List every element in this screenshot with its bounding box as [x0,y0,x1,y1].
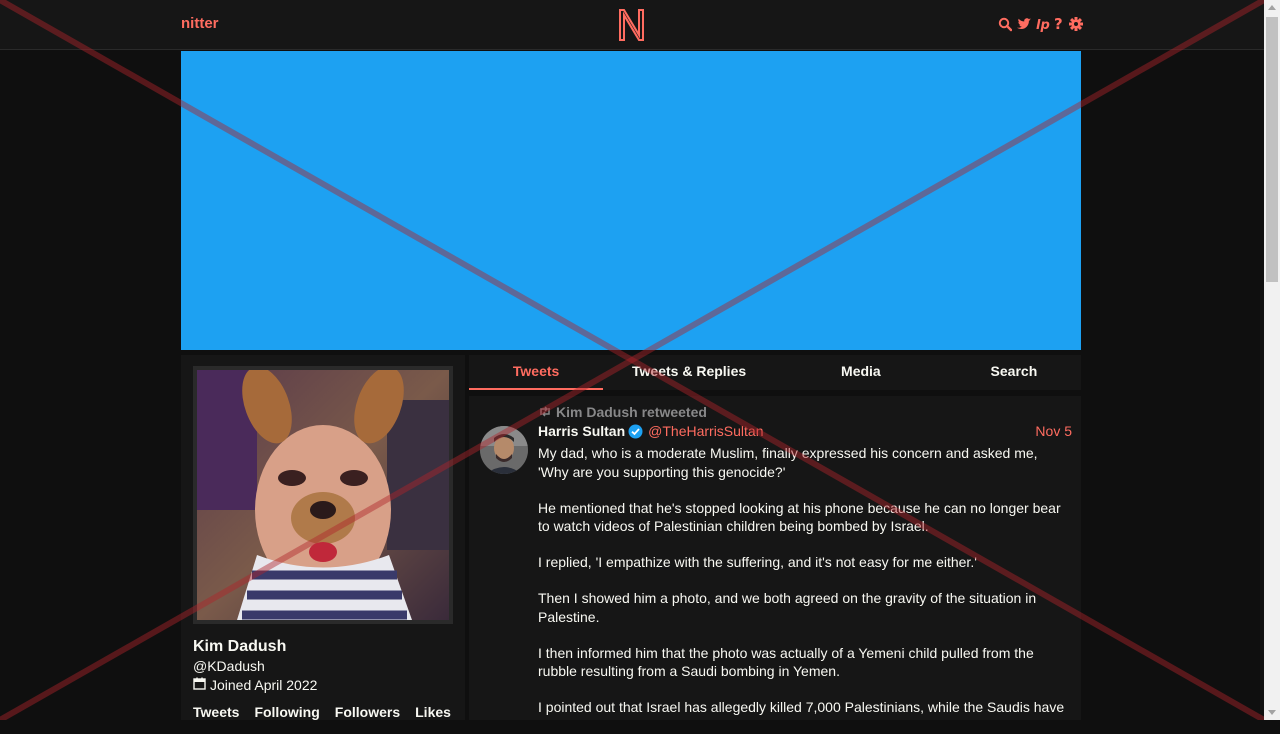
scrollbar-thumb[interactable] [1266,17,1278,282]
stat-followers[interactable]: Followers [335,704,400,720]
joined-date: Joined April 2022 [210,677,318,693]
retweet-label[interactable]: Kim Dadush retweeted [556,404,707,420]
tweet-paragraph: I replied, 'I empathize with the sufferi… [538,554,977,570]
profile-stats: Tweets Following Followers Likes [193,704,466,720]
tab-tweets-replies[interactable]: Tweets & Replies [603,355,775,390]
timeline: Kim Dadush retweeted Harris Sultan @TheH… [469,396,1081,720]
tab-search[interactable]: Search [947,355,1081,390]
stat-following[interactable]: Following [254,704,319,720]
profile-joined: Joined April 2022 [193,677,317,693]
tweet-fullname[interactable]: Harris Sultan [538,423,625,439]
rss-icon[interactable]: lp [1036,15,1050,33]
page-scrollbar[interactable] [1264,0,1280,720]
calendar-icon [193,677,206,693]
twitter-bird-icon[interactable] [1016,15,1032,33]
scroll-up-arrow-icon[interactable] [1268,5,1276,10]
search-icon[interactable] [998,15,1012,33]
tab-media[interactable]: Media [775,355,947,390]
tweet-paragraph: My dad, who is a moderate Muslim, finall… [538,445,1038,480]
brand-link[interactable]: nitter [181,15,219,32]
stat-likes[interactable]: Likes [415,704,451,720]
svg-text:lp: lp [1036,18,1050,33]
profile-avatar[interactable] [193,366,453,624]
retweet-icon [538,404,552,420]
nitter-logo[interactable] [618,8,646,42]
tweet-header: Harris Sultan @TheHarrisSultan Nov 5 [538,423,1072,439]
verified-badge-icon [628,424,643,439]
top-navbar: nitter lp ? [0,0,1264,50]
scroll-down-arrow-icon[interactable] [1268,710,1276,715]
tab-tweets[interactable]: Tweets [469,355,604,390]
svg-text:?: ? [1054,15,1063,33]
nav-icons: lp ? [998,15,1083,33]
profile-username[interactable]: @KDadush [193,658,265,674]
timeline-tabs: Tweets Tweets & Replies Media Search [469,355,1081,390]
tweet-avatar[interactable] [480,426,528,474]
profile-card: Kim Dadush @KDadush Joined April 2022 Tw… [181,355,465,720]
tweet-date[interactable]: Nov 5 [1035,423,1072,439]
help-icon[interactable]: ? [1054,15,1065,33]
tweet-content: My dad, who is a moderate Muslim, finall… [538,444,1072,734]
profile-fullname[interactable]: Kim Dadush [193,638,286,656]
stat-tweets[interactable]: Tweets [193,704,239,720]
tweet-username[interactable]: @TheHarrisSultan [648,423,763,439]
settings-gear-icon[interactable] [1069,15,1083,33]
tweet-paragraph: He mentioned that he's stopped looking a… [538,499,1061,535]
profile-banner[interactable] [181,51,1081,350]
retweet-header: Kim Dadush retweeted [538,404,707,420]
tweet-paragraph: I then informed him that the photo was a… [538,644,1034,680]
tweet-paragraph: Then I showed him a photo, and we both a… [538,590,1037,625]
tweet-paragraph: I pointed out that Israel has allegedly … [538,699,1065,715]
